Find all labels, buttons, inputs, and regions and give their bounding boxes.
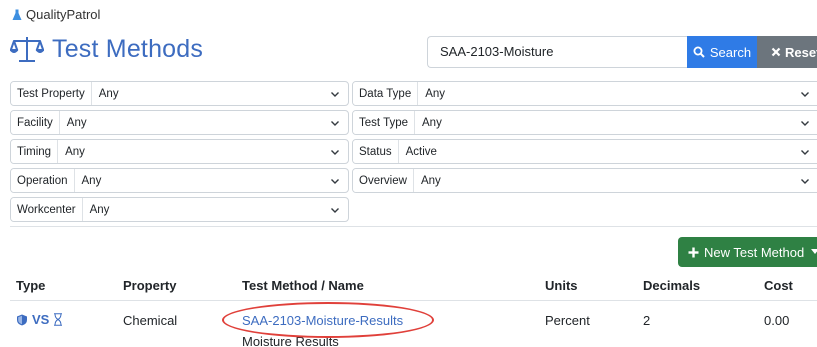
hourglass-icon — [54, 313, 63, 326]
app-name: QualityPatrol — [26, 7, 101, 22]
close-icon — [771, 47, 781, 57]
filter-label: Operation — [11, 169, 75, 192]
chevron-down-icon — [801, 91, 809, 97]
filter-label: Timing — [11, 140, 59, 163]
caret-down-icon — [811, 249, 817, 254]
filter-value: Any — [98, 87, 119, 100]
units-cell: Percent — [545, 313, 590, 328]
filter-value: Any — [65, 145, 85, 158]
filter-workcenter[interactable]: Workcenter Any — [10, 197, 349, 222]
chevron-down-icon — [331, 178, 339, 184]
new-test-method-button[interactable]: New Test Method — [678, 237, 817, 267]
filter-label: Facility — [11, 111, 60, 134]
filter-operation[interactable]: Operation Any — [10, 168, 349, 193]
chevron-down-icon — [801, 149, 809, 155]
filter-label: Workcenter — [11, 198, 83, 221]
chevron-down-icon — [331, 207, 339, 213]
chevron-down-icon — [331, 120, 339, 126]
filter-value: Any — [89, 203, 110, 216]
reset-button[interactable]: Reset — [757, 36, 817, 68]
app-brand[interactable]: QualityPatrol — [12, 7, 100, 23]
plus-icon — [688, 247, 699, 257]
column-header-test-method[interactable]: Test Method / Name — [242, 278, 364, 293]
filter-value: Active — [405, 145, 437, 158]
search-button-label: Search — [709, 44, 752, 60]
search-input[interactable]: SAA-2103-Moisture — [427, 36, 687, 68]
filter-facility[interactable]: Facility Any — [10, 110, 349, 135]
filter-test-type[interactable]: Test Type Any — [352, 110, 817, 135]
new-test-method-label: New Test Method — [704, 244, 805, 260]
column-header-type[interactable]: Type — [16, 278, 45, 293]
column-header-property[interactable]: Property — [123, 278, 176, 293]
filter-value: Any — [420, 174, 441, 187]
decimals-cell: 2 — [643, 313, 651, 328]
page-title: Test Methods — [52, 35, 204, 63]
column-header-decimals[interactable]: Decimals — [643, 278, 700, 293]
shield-icon — [17, 314, 27, 325]
filter-value: Any — [81, 174, 102, 187]
filter-label: Status — [353, 140, 399, 163]
filter-label: Test Type — [353, 111, 416, 134]
chevron-down-icon — [801, 178, 809, 184]
reset-button-label: Reset — [785, 44, 817, 60]
section-divider — [10, 226, 817, 227]
filter-value: Any — [66, 116, 87, 129]
cost-cell: 0.00 — [764, 313, 790, 328]
filter-label: Overview — [353, 169, 414, 192]
search-button[interactable]: Search — [687, 36, 757, 68]
chevron-down-icon — [801, 120, 809, 126]
filter-value: Any — [425, 87, 446, 100]
filter-status[interactable]: Status Active — [352, 139, 817, 164]
highlight-ellipse — [222, 302, 434, 338]
balance-scale-icon — [10, 37, 44, 62]
column-header-units[interactable]: Units — [545, 278, 578, 293]
property-cell: Chemical — [123, 313, 178, 328]
flask-icon — [12, 9, 22, 20]
filter-test-property[interactable]: Test Property Any — [10, 81, 349, 106]
filter-overview[interactable]: Overview Any — [352, 168, 817, 193]
chevron-down-icon — [331, 149, 339, 155]
type-badge: VS — [32, 312, 50, 327]
filter-label: Test Property — [11, 82, 92, 105]
column-header-cost[interactable]: Cost — [764, 278, 793, 293]
table-header-divider — [10, 300, 817, 301]
filter-value: Any — [422, 116, 442, 129]
filter-timing[interactable]: Timing Any — [10, 139, 349, 164]
search-icon — [693, 46, 705, 58]
type-cell: VS — [16, 312, 63, 327]
filter-data-type[interactable]: Data Type Any — [352, 81, 817, 106]
page-header: Test Methods — [10, 34, 203, 64]
chevron-down-icon — [331, 91, 339, 97]
filter-label: Data Type — [353, 82, 419, 105]
